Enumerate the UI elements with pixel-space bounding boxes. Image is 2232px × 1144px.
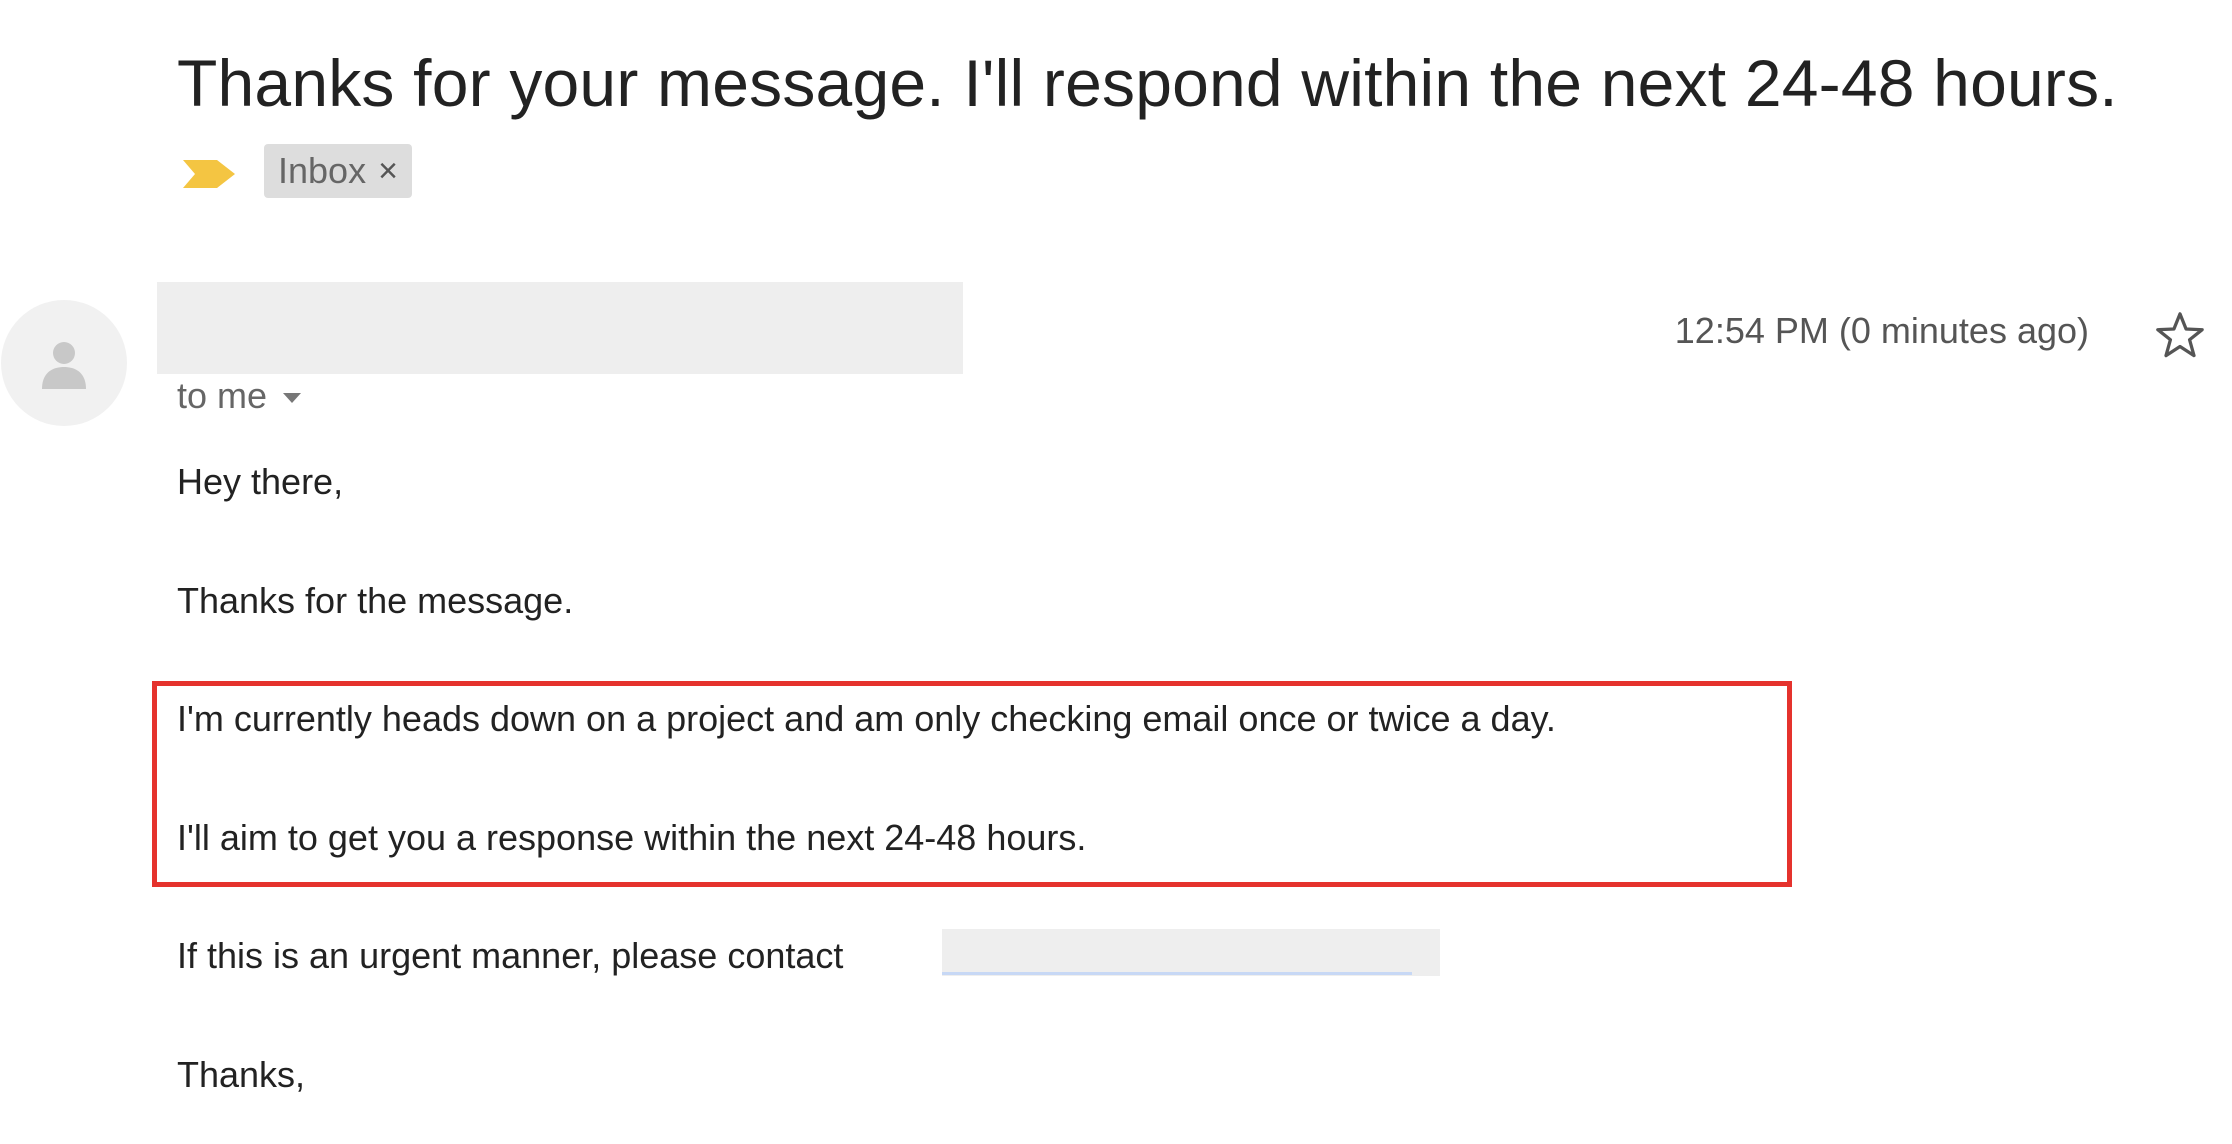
importance-marker-icon[interactable] bbox=[181, 157, 237, 191]
caret-down-icon[interactable] bbox=[283, 393, 302, 403]
label-chip-inbox: Inbox × bbox=[264, 144, 412, 198]
body-signoff: Thanks, bbox=[177, 1054, 306, 1095]
message-timestamp: 12:54 PM (0 minutes ago) bbox=[1674, 310, 2089, 351]
body-greeting: Hey there, bbox=[177, 461, 344, 502]
recipient-label: to me bbox=[177, 375, 268, 416]
default-avatar-icon bbox=[42, 342, 86, 389]
sender-name-redacted bbox=[157, 282, 963, 374]
body-line-4: If this is an urgent manner, please cont… bbox=[177, 935, 844, 976]
highlight-box bbox=[152, 681, 1792, 887]
body-line-1: Thanks for the message. bbox=[177, 580, 574, 621]
remove-label-icon[interactable]: × bbox=[378, 154, 398, 188]
label-chip-text: Inbox bbox=[278, 150, 367, 191]
contact-email-redacted[interactable] bbox=[942, 929, 1440, 976]
star-outline-icon[interactable] bbox=[2152, 308, 2208, 364]
sender-avatar bbox=[1, 300, 127, 426]
contact-link-underline bbox=[942, 972, 1412, 975]
recipient-details-toggle[interactable]: to me bbox=[177, 373, 302, 419]
email-subject: Thanks for your message. I'll respond wi… bbox=[177, 46, 2118, 120]
